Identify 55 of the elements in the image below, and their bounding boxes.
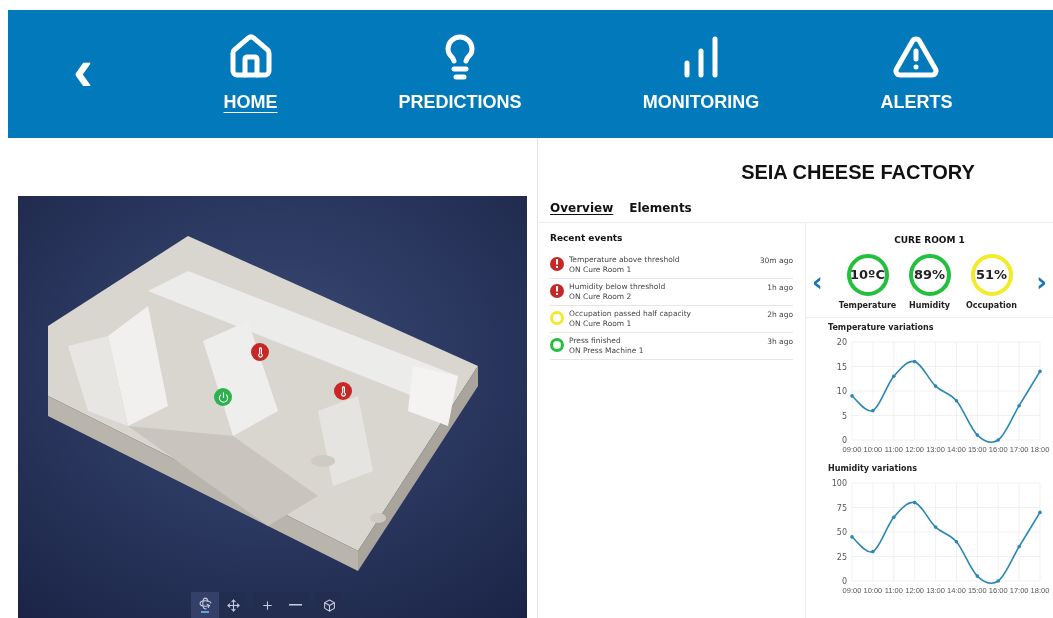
data-point — [912, 500, 917, 504]
nav-tab[interactable]: MONITORING — [642, 32, 760, 116]
data-point — [871, 408, 875, 412]
data-point — [975, 573, 980, 578]
data-point — [996, 578, 1000, 583]
previous-button[interactable]: ‹ — [812, 268, 823, 295]
data-point — [954, 398, 959, 403]
data-point — [912, 359, 917, 363]
gauge-value: 89% — [912, 265, 947, 284]
y-tick-label: 75 — [836, 503, 847, 512]
data-point — [1038, 510, 1042, 514]
data-point — [1038, 369, 1042, 373]
gauge-value: 51% — [974, 265, 1009, 284]
zoom-in-icon — [260, 598, 274, 612]
data-point — [892, 374, 896, 378]
nav-tab[interactable]: HOME — [223, 32, 278, 116]
factory-title: SEIA CHEESE FACTORY — [740, 160, 976, 185]
pan-icon — [226, 598, 240, 612]
y-tick-label: 0 — [841, 576, 847, 586]
gauge-label: Occupation — [966, 299, 1017, 312]
chart-title: Humidity variations — [828, 462, 918, 475]
y-tick-label: 25 — [836, 552, 847, 561]
y-tick-label: 10 — [836, 386, 847, 396]
data-point — [933, 524, 938, 529]
next-button[interactable]: › — [1036, 268, 1047, 295]
chart-title: Temperature variations — [828, 321, 935, 334]
orbit-button[interactable] — [191, 592, 219, 618]
data-point — [954, 539, 959, 544]
orbit-icon — [198, 597, 212, 610]
gauge-label: Humidity — [909, 299, 950, 312]
data-point — [996, 437, 1000, 442]
y-tick-label: 20 — [836, 337, 847, 347]
nav-tab[interactable]: ALERTS — [880, 32, 953, 116]
data-point — [850, 393, 854, 398]
data-point — [975, 432, 980, 437]
gauge-label: Temperature — [838, 299, 897, 312]
nav-tab[interactable]: PREDICTIONS — [398, 32, 522, 116]
section-title: Recent events — [550, 232, 624, 245]
tab[interactable]: Elements — [629, 199, 692, 217]
y-tick-label: 0 — [841, 435, 847, 445]
tab[interactable]: Overview — [550, 199, 614, 217]
gauge-value: 10ºC — [849, 265, 886, 284]
data-point — [850, 534, 854, 539]
y-tick-label: 15 — [836, 362, 847, 371]
data-point — [1017, 544, 1021, 548]
room-title: CURE ROOM 1 — [893, 234, 966, 247]
cube-icon — [322, 598, 336, 612]
data-point — [871, 549, 875, 553]
y-tick-label: 50 — [836, 527, 847, 537]
data-point — [892, 515, 896, 519]
y-tick-label: 100 — [831, 478, 847, 488]
y-tick-label: 5 — [841, 411, 847, 420]
back-button[interactable]: ‹ — [63, 40, 103, 108]
data-point — [1017, 403, 1021, 407]
data-point — [933, 383, 938, 388]
